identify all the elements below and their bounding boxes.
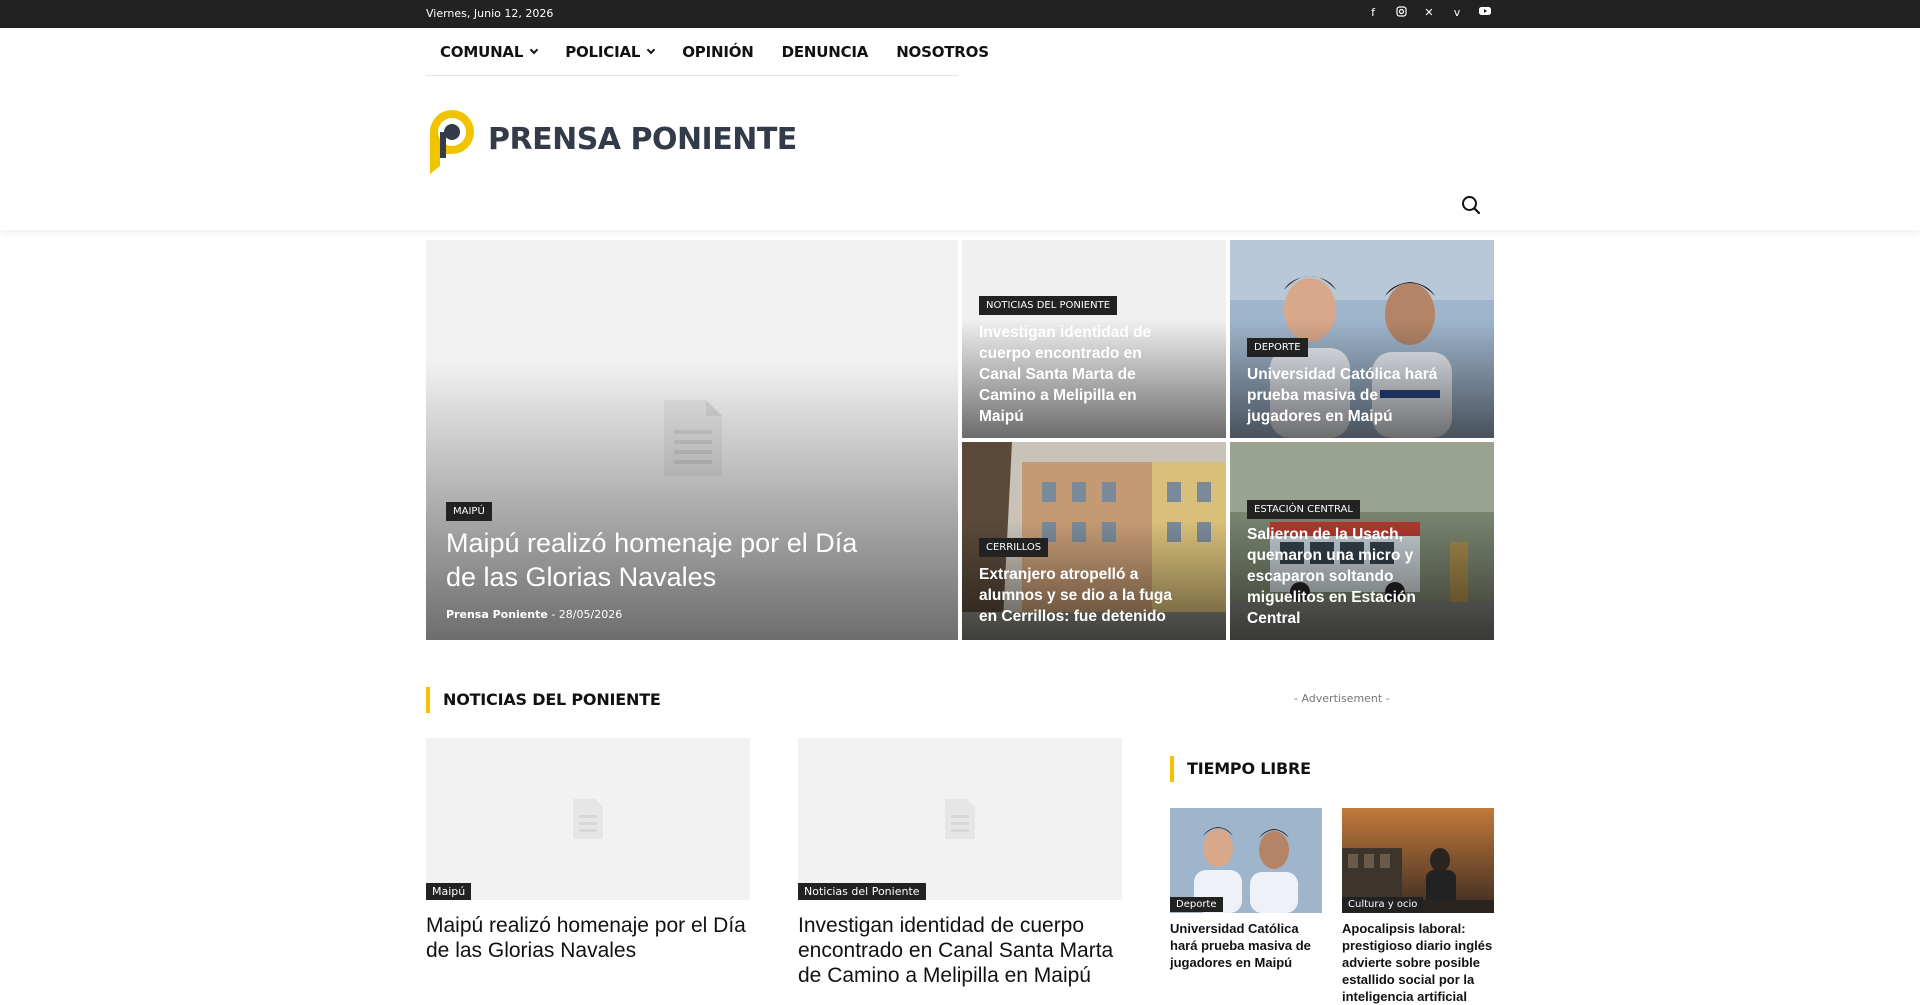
hero-tile[interactable]: CERRILLOS Extranjero atropelló a alumnos… <box>962 442 1226 640</box>
meta-separator: - <box>551 608 556 621</box>
category-badge[interactable]: Cultura y ocio <box>1342 897 1424 912</box>
article-title[interactable]: Universidad Católica hará prueba masiva … <box>1170 920 1322 971</box>
main-nav: COMUNAL POLICIAL OPINIÓN DENUNCIA NOSOTR… <box>426 28 989 76</box>
site-header: COMUNAL POLICIAL OPINIÓN DENUNCIA NOSOTR… <box>0 28 1920 230</box>
category-badge[interactable]: CERRILLOS <box>979 538 1049 557</box>
article-title[interactable]: Investigan identidad de cuerpo encontrad… <box>979 322 1179 427</box>
article-thumbnail[interactable] <box>426 738 750 900</box>
site-logo[interactable]: PRENSA PONIENTE <box>426 104 797 174</box>
article-thumbnail[interactable] <box>798 738 1122 900</box>
article-title[interactable]: Maipú realizó homenaje por el Día de las… <box>426 913 750 963</box>
document-placeholder-icon <box>945 799 975 839</box>
article-author[interactable]: Prensa Poniente <box>446 608 548 621</box>
section-heading: NOTICIAS DEL PONIENTE <box>426 687 661 713</box>
category-badge[interactable]: Deporte <box>1170 897 1223 912</box>
vimeo-icon[interactable]: v <box>1450 6 1464 20</box>
article-title[interactable]: Extranjero atropelló a alumnos y se dio … <box>979 564 1179 627</box>
category-badge[interactable]: MAIPÚ <box>446 502 492 521</box>
nav-item-opinion[interactable]: OPINIÓN <box>668 43 767 61</box>
chevron-down-icon <box>529 45 539 54</box>
hero-tile[interactable]: NOTICIAS DEL PONIENTE Investigan identid… <box>962 240 1226 438</box>
category-badge[interactable]: ESTACIÓN CENTRAL <box>1247 500 1360 519</box>
category-badge[interactable]: DEPORTE <box>1247 338 1308 357</box>
nav-item-label: POLICIAL <box>565 42 641 61</box>
advertisement-label: - Advertisement - <box>1294 692 1390 705</box>
nav-item-nosotros[interactable]: NOSOTROS <box>882 43 1003 61</box>
article-title[interactable]: Investigan identidad de cuerpo encontrad… <box>798 913 1122 988</box>
category-badge[interactable]: NOTICIAS DEL PONIENTE <box>979 296 1118 315</box>
category-badge[interactable]: Noticias del Poniente <box>798 883 926 900</box>
article-date: 28/05/2026 <box>558 608 623 621</box>
nav-item-label: NOSOTROS <box>896 42 989 61</box>
nav-item-policial[interactable]: POLICIAL <box>551 43 668 61</box>
facebook-icon[interactable]: f <box>1366 6 1380 20</box>
category-badge[interactable]: Maipú <box>426 883 472 900</box>
article-title[interactable]: Maipú realizó homenaje por el Día de las… <box>446 526 886 594</box>
x-icon[interactable]: ✕ <box>1422 6 1436 20</box>
article-title[interactable]: Salieron de la Usach, quemaron una micro… <box>1247 524 1447 629</box>
social-links: f ✕ v <box>1366 6 1492 20</box>
chevron-down-icon <box>646 45 656 54</box>
youtube-icon[interactable] <box>1478 6 1492 20</box>
section-heading: TIEMPO LIBRE <box>1170 756 1311 782</box>
instagram-icon[interactable] <box>1394 6 1408 20</box>
nav-item-label: DENUNCIA <box>781 42 869 61</box>
top-bar: Viernes, Junio 12, 2026 f ✕ v <box>0 0 1920 28</box>
logo-mark-icon <box>430 110 474 174</box>
nav-item-label: OPINIÓN <box>682 42 754 61</box>
hero-tile[interactable]: ESTACIÓN CENTRAL Salieron de la Usach, q… <box>1230 442 1494 640</box>
article-meta: Prensa Poniente - 28/05/2026 <box>446 608 622 621</box>
nav-item-denuncia[interactable]: DENUNCIA <box>768 43 883 61</box>
hero-main-article[interactable]: MAIPÚ Maipú realizó homenaje por el Día … <box>426 240 958 640</box>
hero-tile[interactable]: DEPORTE Universidad Católica hará prueba… <box>1230 240 1494 438</box>
article-title[interactable]: Apocalipsis laboral: prestigioso diario … <box>1342 920 1494 1005</box>
logo-wordmark: PRENSA PONIENTE <box>488 121 797 157</box>
image-overlay <box>426 360 958 640</box>
nav-item-comunal[interactable]: COMUNAL <box>426 43 551 61</box>
article-title[interactable]: Universidad Católica hará prueba masiva … <box>1247 364 1447 427</box>
nav-item-label: COMUNAL <box>440 42 524 61</box>
search-icon[interactable] <box>1460 194 1482 216</box>
document-placeholder-icon <box>573 799 603 839</box>
current-date: Viernes, Junio 12, 2026 <box>426 7 554 20</box>
